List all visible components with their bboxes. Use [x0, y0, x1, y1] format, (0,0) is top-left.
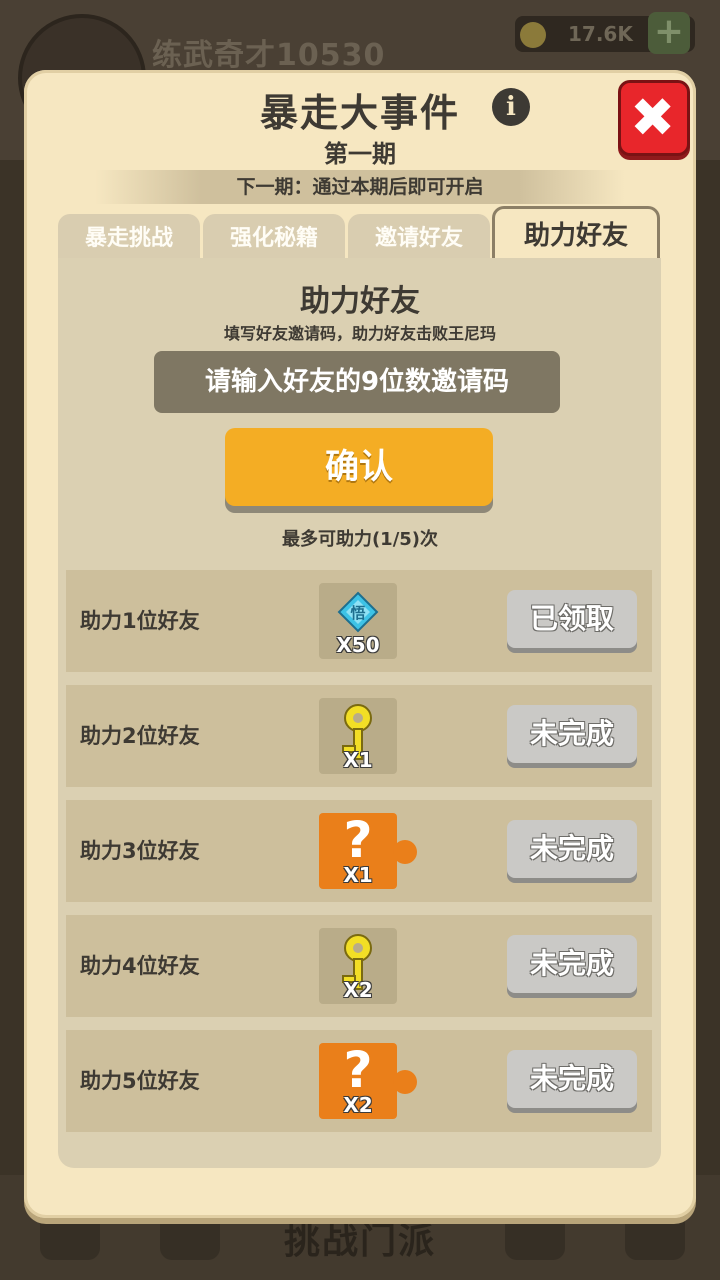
add-coins-button: + [648, 12, 690, 54]
reward-row: 助力3位好友 ? X1 未完成 [66, 800, 652, 902]
info-icon[interactable]: i [492, 88, 530, 126]
status-button-incomplete[interactable]: 未完成 [507, 705, 637, 763]
reward-row: 助力1位好友 悟 X50 已领取 [66, 570, 652, 672]
reward-item[interactable]: X1 [319, 698, 397, 774]
reward-row: 助力4位好友 X2 未完成 [66, 915, 652, 1017]
reward-row: 助力5位好友 ? X2 未完成 [66, 1030, 652, 1132]
player-name: 练武奇才10530 [152, 38, 386, 73]
assist-limit-text: 最多可助力(1/5)次 [281, 529, 439, 550]
reward-row-label: 助力4位好友 [80, 954, 200, 978]
dialog-title: 暴走大事件 [259, 91, 460, 135]
close-button[interactable]: ✖ [618, 80, 690, 156]
section-description: 填写好友邀请码，助力好友击败王尼玛 [223, 324, 496, 343]
reward-item[interactable]: X2 [319, 928, 397, 1004]
status-button-incomplete[interactable]: 未完成 [507, 820, 637, 878]
reward-item[interactable]: ? X2 [319, 1041, 417, 1119]
reward-item[interactable]: ? X1 [319, 811, 417, 889]
tab-assist-friends[interactable]: 助力好友 [492, 206, 660, 260]
invite-code-input[interactable] [154, 351, 560, 413]
status-button-claimed[interactable]: 已领取 [507, 590, 637, 648]
bottom-nav-label: 挑战门派 [283, 1221, 436, 1262]
gem-icon: 悟 [337, 591, 379, 633]
reward-quantity: X2 [343, 978, 373, 1002]
reward-row-label: 助力1位好友 [80, 609, 200, 633]
status-button-incomplete[interactable]: 未完成 [507, 935, 637, 993]
confirm-button[interactable]: 确认 [225, 428, 493, 506]
tab-invite-friends[interactable]: 邀请好友 [348, 214, 490, 260]
question-mark-icon: ? [343, 811, 373, 869]
reward-row: 助力2位好友 X1 未完成 [66, 685, 652, 787]
section-title: 助力好友 [300, 284, 420, 319]
dialog-subtitle: 第一期 [324, 140, 396, 168]
reward-quantity: X1 [343, 863, 373, 887]
svg-text:悟: 悟 [350, 604, 365, 622]
reward-quantity: X1 [343, 748, 373, 772]
coin-amount: 17.6K [568, 22, 633, 46]
reward-row-label: 助力2位好友 [80, 724, 200, 748]
question-mark-icon: ? [343, 1041, 373, 1099]
reward-row-label: 助力5位好友 [80, 1069, 200, 1093]
status-button-incomplete[interactable]: 未完成 [507, 1050, 637, 1108]
tab-upgrade-secrets[interactable]: 强化秘籍 [203, 214, 345, 260]
reward-quantity: X2 [343, 1093, 373, 1117]
reward-item[interactable]: 悟 X50 [319, 583, 397, 659]
reward-quantity: X50 [336, 633, 380, 657]
coin-icon [520, 22, 546, 48]
next-period-banner: 下一期：通过本期后即可开启 [95, 170, 625, 204]
reward-row-label: 助力3位好友 [80, 839, 200, 863]
close-icon: ✖ [630, 86, 676, 149]
tab-rampage-challenge[interactable]: 暴走挑战 [58, 214, 200, 260]
